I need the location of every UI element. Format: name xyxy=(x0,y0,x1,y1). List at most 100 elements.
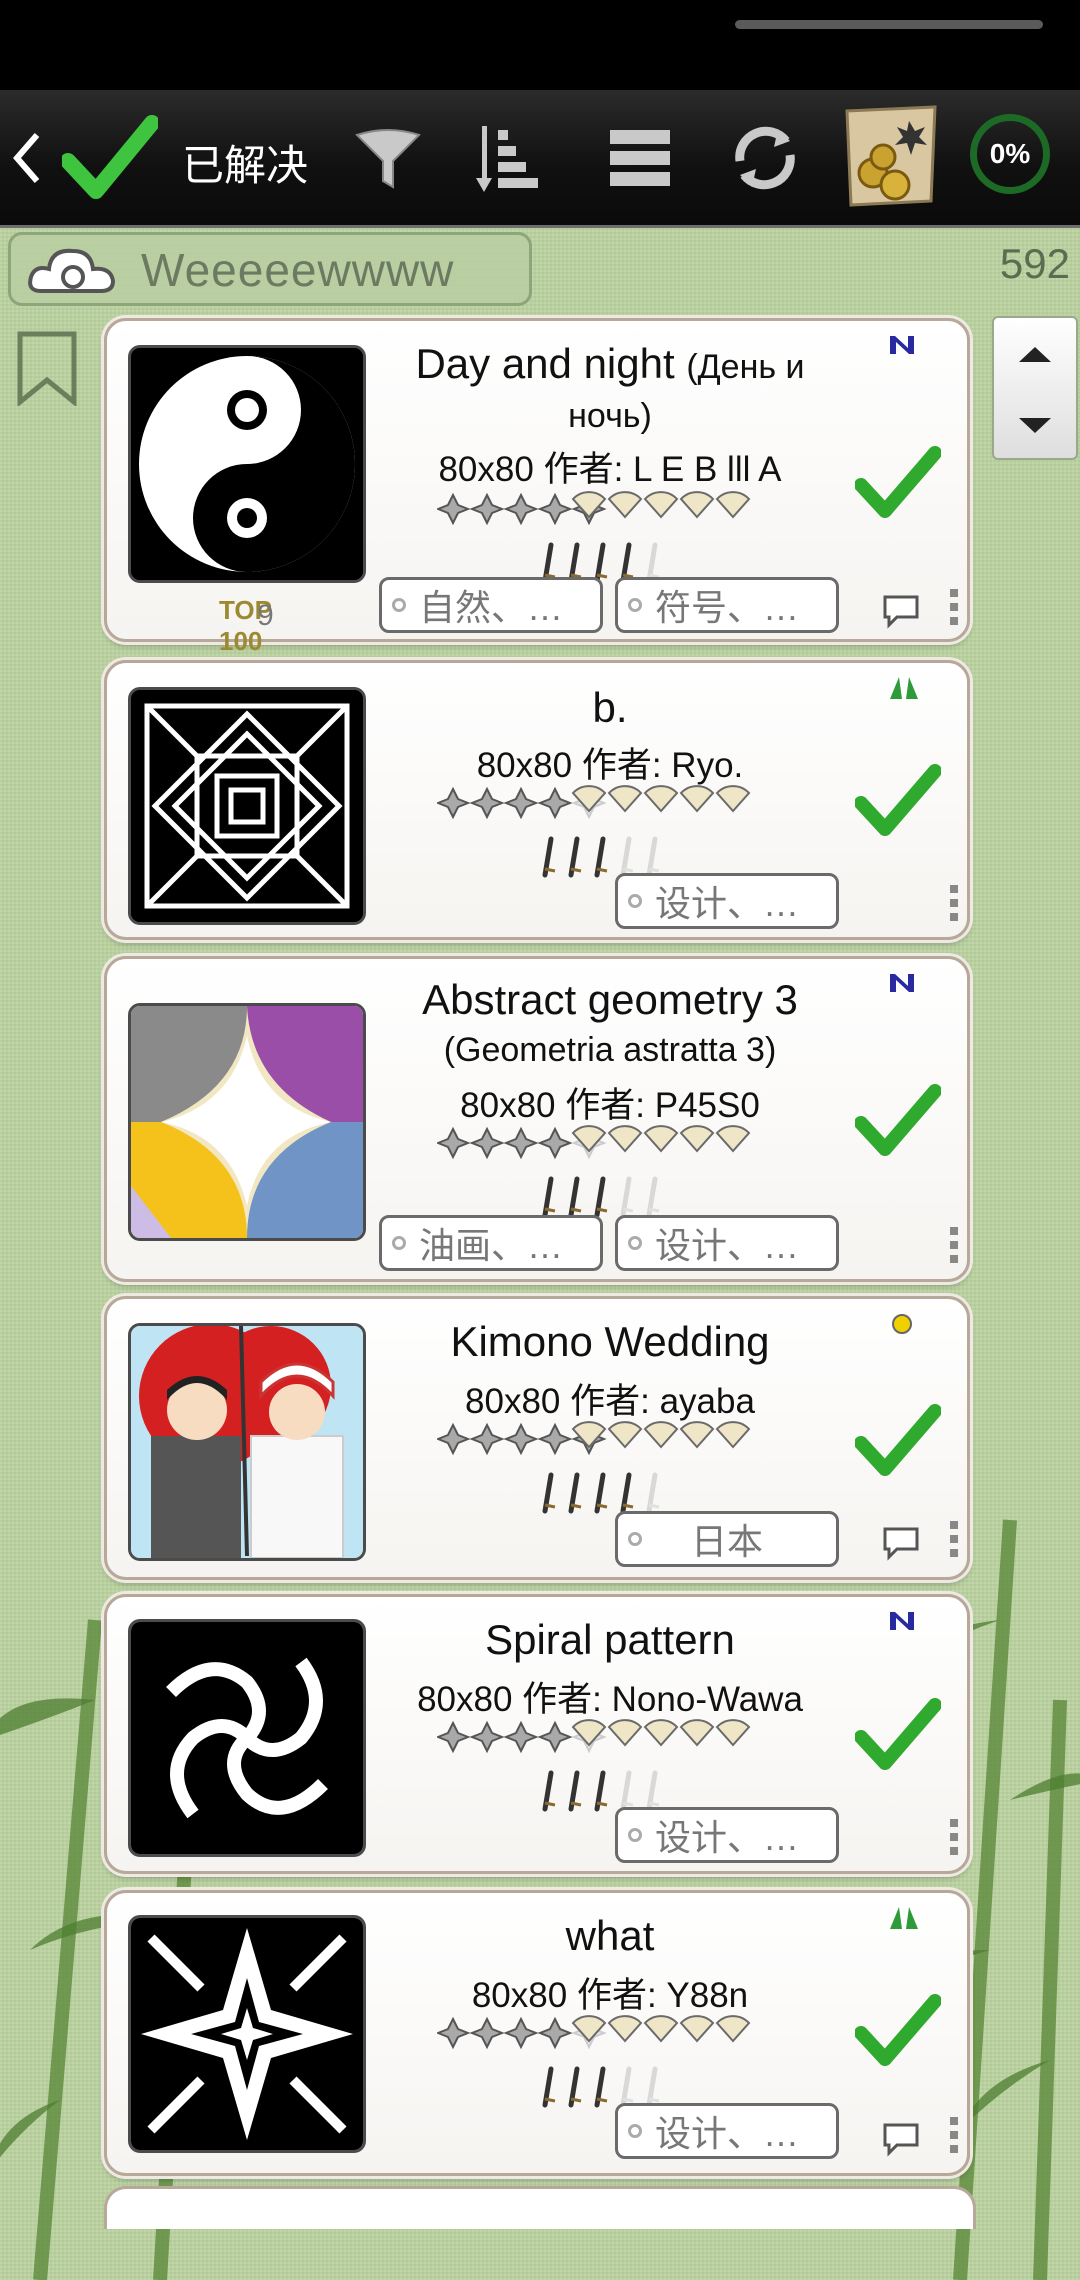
solved-label[interactable]: 已解决 xyxy=(182,132,308,193)
difficulty-star-icon xyxy=(537,786,573,820)
sword-icon xyxy=(594,1472,608,1514)
rating-icons xyxy=(435,1125,751,1218)
fan-icon xyxy=(715,1421,751,1449)
puzzle-author: Nono-Wawa xyxy=(611,1680,803,1719)
tag-dot-icon xyxy=(392,1236,406,1250)
sword-icon xyxy=(542,542,556,584)
treasure-map-icon[interactable] xyxy=(838,100,944,212)
progress-indicator[interactable]: 0% xyxy=(970,114,1050,194)
leaf-badge-icon xyxy=(887,675,921,706)
tag-button[interactable]: 设计、… xyxy=(615,873,839,929)
puzzle-author: L E B lll A xyxy=(633,450,782,489)
kebab-icon[interactable] xyxy=(949,1225,959,1270)
tag-label: 日本 xyxy=(690,1521,763,1562)
sword-icon xyxy=(594,2066,608,2108)
back-icon[interactable] xyxy=(6,128,46,188)
checkmark-icon xyxy=(854,1083,942,1162)
comment-icon[interactable] xyxy=(881,593,921,634)
comment-icon[interactable] xyxy=(881,1525,921,1566)
rating-row xyxy=(435,489,777,589)
sword-icon xyxy=(646,836,660,878)
fan-icon xyxy=(571,1125,607,1153)
sword-icon xyxy=(620,1176,634,1218)
puzzle-author: P45S0 xyxy=(654,1086,760,1125)
fan-icon xyxy=(571,1719,607,1747)
scroll-up-icon[interactable] xyxy=(994,318,1076,390)
sort-icon[interactable] xyxy=(470,120,550,196)
gesture-pill xyxy=(735,20,1043,29)
author-prefix: 作者: xyxy=(565,1086,645,1125)
fan-icon xyxy=(715,491,751,519)
sword-icon xyxy=(620,1770,634,1812)
sword-icon xyxy=(646,542,660,584)
scroll-down-icon[interactable] xyxy=(994,390,1076,462)
sword-icon xyxy=(594,836,608,878)
kebab-icon[interactable] xyxy=(949,883,959,928)
puzzle-thumbnail[interactable] xyxy=(128,345,366,583)
puzzle-card[interactable]: b. 80x80 作者: Ryo. 设计、… xyxy=(104,660,970,940)
rating-icons xyxy=(435,1719,751,1812)
tag-label: 设计、… xyxy=(654,1817,799,1858)
puzzle-thumbnail[interactable] xyxy=(128,1915,366,2153)
difficulty-star-icon xyxy=(503,2016,539,2050)
author-prefix: 作者: xyxy=(581,746,662,785)
sword-icon xyxy=(646,1472,660,1514)
puzzle-thumbnail[interactable] xyxy=(128,1619,366,1857)
difficulty-star-icon xyxy=(469,1720,505,1754)
fan-icon xyxy=(607,2015,643,2043)
kebab-icon[interactable] xyxy=(949,2115,959,2160)
tag-dot-icon xyxy=(628,2124,642,2138)
tag-dot-icon xyxy=(628,1532,642,1546)
puzzle-title: b. xyxy=(592,684,628,731)
rating-icons xyxy=(435,491,751,584)
sword-icon xyxy=(620,542,634,584)
fan-icon xyxy=(607,1421,643,1449)
checkmark-icon xyxy=(854,1993,942,2072)
fan-icon xyxy=(571,785,607,813)
tag-button[interactable]: 日本 xyxy=(615,1511,839,1567)
tag-button[interactable]: 符号、… xyxy=(615,577,839,633)
rating-icons xyxy=(435,2015,751,2108)
fan-icon xyxy=(715,1719,751,1747)
kebab-icon[interactable] xyxy=(949,1519,959,1564)
comment-icon[interactable] xyxy=(881,2121,921,2162)
fan-icon xyxy=(607,1719,643,1747)
puzzle-meta: 80x80 作者: Nono-Wawa xyxy=(375,1671,845,1722)
puzzle-card[interactable]: what 80x80 作者: Y88n 设计、… xyxy=(104,1890,970,2176)
puzzle-thumbnail[interactable] xyxy=(128,687,366,925)
puzzle-card[interactable]: TOP 100 9 Day and night (День и ночь) 80x… xyxy=(104,318,970,656)
puzzle-card-partial[interactable] xyxy=(104,2186,976,2229)
puzzle-size: 80x80 xyxy=(417,1680,513,1719)
tag-button[interactable]: 设计、… xyxy=(615,2103,839,2159)
puzzle-card[interactable]: Spiral pattern 80x80 作者: Nono-Wawa 设计、… xyxy=(104,1594,970,1874)
author-prefix: 作者: xyxy=(576,1976,657,2015)
filter-icon[interactable] xyxy=(348,124,428,194)
solved-check-icon[interactable] xyxy=(60,112,160,204)
puzzle-thumbnail[interactable] xyxy=(128,1323,366,1561)
refresh-icon[interactable] xyxy=(720,118,810,198)
checkmark-icon xyxy=(854,1697,942,1776)
puzzle-card[interactable]: Abstract geometry 3 (Geometria astratta … xyxy=(104,956,970,1282)
search-bar[interactable]: Weeeeewwww xyxy=(8,232,532,306)
kebab-icon[interactable] xyxy=(949,1817,959,1862)
puzzle-card[interactable]: Kimono Wedding 80x80 作者: ayaba 日本 xyxy=(104,1296,970,1580)
tag-button[interactable]: 设计、… xyxy=(615,1807,839,1863)
cloud-search-icon[interactable] xyxy=(27,241,117,299)
fan-icon xyxy=(607,785,643,813)
tag-button[interactable]: 自然、… xyxy=(379,577,603,633)
puzzle-meta: 80x80 作者: Y88n xyxy=(375,1967,845,2018)
tag-dot-icon xyxy=(628,894,642,908)
sword-icon xyxy=(542,836,556,878)
rating-row xyxy=(435,2013,777,2113)
menu-icon[interactable] xyxy=(600,120,680,196)
puzzle-thumbnail[interactable] xyxy=(128,1003,366,1241)
puzzle-meta: 80x80 作者: L E B lll A xyxy=(375,441,845,492)
author-prefix: 作者: xyxy=(522,1680,602,1719)
status-dot-icon xyxy=(891,1313,913,1340)
difficulty-star-icon xyxy=(469,1126,505,1160)
search-input[interactable]: Weeeeewwww xyxy=(141,243,454,297)
tag-button[interactable]: 油画、… xyxy=(379,1215,603,1271)
bookmark-icon[interactable] xyxy=(16,330,78,411)
tag-button[interactable]: 设计、… xyxy=(615,1215,839,1271)
kebab-icon[interactable] xyxy=(949,587,959,632)
